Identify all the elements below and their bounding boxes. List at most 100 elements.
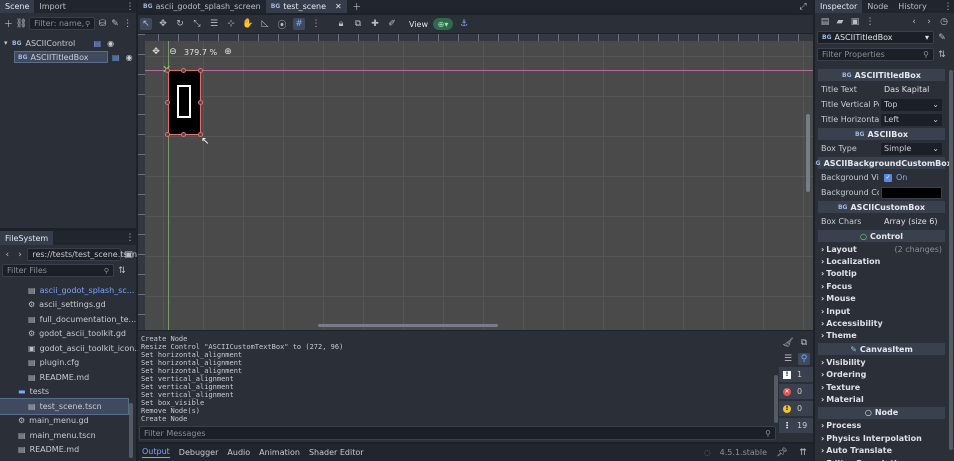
ruler-left[interactable] [138, 34, 145, 330]
resize-handle-icon[interactable] [165, 132, 170, 137]
path-input[interactable]: res://tests/test_scene.tscn [27, 248, 137, 261]
pivot-tool-icon[interactable]: ⊹ [225, 18, 237, 30]
title-horizontal-select[interactable]: Left ⌄ [881, 113, 942, 126]
file-item[interactable]: ⚙ main_menu.gd [0, 414, 128, 429]
background-visible-checkbox[interactable]: ✓ On [881, 172, 942, 184]
group-material[interactable]: › Material [815, 393, 948, 405]
file-item[interactable]: ⚙ godot_ascii_toolkit.gd [0, 327, 128, 342]
viewport[interactable]: ✥ ⊖ 379.7 % ⊕ ✕ ↖ [138, 34, 813, 330]
collapse-arrow-icon[interactable]: ▾ [4, 39, 12, 47]
group-auto-translate[interactable]: › Auto Translate [815, 444, 948, 456]
group-tooltip[interactable]: › Tooltip [815, 268, 948, 280]
pan-tool-icon[interactable]: ✋ [242, 18, 254, 30]
select-tool-icon[interactable]: ↖ [140, 18, 152, 30]
box-chars-array-button[interactable]: Array (size 6) [881, 216, 942, 228]
file-item[interactable]: ⚙ ascii_settings.gd [0, 298, 128, 313]
group-ordering[interactable]: › Ordering [815, 369, 948, 381]
search-icon[interactable]: ⚲ [798, 353, 810, 365]
tab-scene[interactable]: Scene [0, 0, 35, 13]
group-texture[interactable]: › Texture [815, 381, 948, 393]
add-tab-icon[interactable]: ＋ [351, 1, 363, 13]
group-input[interactable]: › Input [815, 305, 948, 317]
file-item[interactable]: ▬ tests [0, 385, 128, 400]
group-mouse[interactable]: › Mouse [815, 293, 948, 305]
tab-import[interactable]: Import [34, 0, 71, 13]
history-forward-icon[interactable]: › [923, 16, 935, 28]
grid-snap-icon[interactable]: # [293, 18, 305, 30]
script-attached-icon[interactable]: ▤ [94, 39, 102, 48]
title-text-input[interactable]: Das Kapital [881, 84, 942, 96]
history-back-icon[interactable]: ‹ [908, 16, 920, 28]
group-accessibility[interactable]: › Accessibility [815, 317, 948, 329]
close-icon[interactable]: ✕ [335, 2, 342, 11]
tab-inspector[interactable]: Inspector [815, 0, 863, 13]
resize-handle-icon[interactable] [198, 68, 203, 73]
resize-handle-icon[interactable] [198, 100, 203, 105]
forward-arrow-icon[interactable]: › [15, 249, 26, 261]
link-icon[interactable]: ⛓ [16, 18, 27, 30]
split-view-icon[interactable]: ▣ [123, 249, 134, 261]
warning-count-toggle[interactable]: ! 0 [779, 401, 813, 416]
tab-node[interactable]: Node [862, 0, 893, 13]
filter-messages-input[interactable]: Filter Messages ⚲ [139, 426, 776, 440]
bone-icon[interactable]: ✐ [386, 18, 398, 30]
collapse-icon[interactable]: ☰ [782, 353, 794, 365]
anchor-preset-icon[interactable]: ⊕▾ [432, 18, 453, 30]
property-options-icon[interactable]: ⇅ [936, 49, 948, 61]
file-item[interactable]: ▤ README.md [0, 370, 128, 385]
resize-handle-icon[interactable] [165, 100, 170, 105]
file-item[interactable]: ▤ plugin.cfg [0, 356, 128, 371]
scale-tool-icon[interactable]: ⤡ [191, 18, 203, 30]
copy-icon[interactable]: ⧉ [798, 337, 810, 349]
pin-icon[interactable]: 📌︎ [776, 447, 788, 459]
message-count-toggle[interactable]: ⋮ 19 [779, 418, 813, 433]
group-editor-description[interactable]: ›Editor Description [815, 457, 948, 461]
box-type-select[interactable]: Simple ⌄ [881, 142, 942, 155]
sort-icon[interactable]: ⇅ [116, 265, 128, 277]
clear-output-icon[interactable]: 🧹︎ [782, 337, 794, 349]
add-node-icon[interactable]: ＋ [3, 18, 14, 30]
tab-filesystem[interactable]: FileSystem [0, 231, 54, 245]
snap-options-icon[interactable]: ⋮ [310, 18, 322, 30]
output-scrollbar[interactable] [774, 375, 778, 423]
center-view-icon[interactable]: ✥ [150, 46, 162, 58]
move-tool-icon[interactable]: ✥ [157, 18, 169, 30]
selected-control-box[interactable] [168, 70, 201, 135]
group-process[interactable]: › Process [815, 420, 948, 432]
visibility-eye-icon[interactable]: ◉ [126, 53, 133, 62]
group-focus[interactable]: › Focus [815, 280, 948, 292]
instance-scene-icon[interactable]: ⛁ [97, 18, 108, 30]
smart-snap-icon[interactable]: ⦿ [276, 18, 288, 31]
file-filter-input[interactable]: Filter Files ⚲ [2, 264, 114, 277]
group-icon[interactable]: ⧉ [352, 18, 364, 30]
file-item[interactable]: ▤ README.md [0, 443, 128, 458]
tab-test-scene[interactable]: BG test_scene ✕ [265, 0, 347, 13]
group-localization[interactable]: › Localization [815, 255, 948, 267]
file-tree-scrollbar[interactable] [129, 403, 133, 458]
tree-item-selected[interactable]: BG ASCIITitledBox ▤ ◉ [14, 50, 136, 64]
inspector-scrollbar[interactable] [949, 70, 953, 450]
tab-history[interactable]: History [893, 0, 931, 13]
menu-dots-icon[interactable]: ⋮ [942, 1, 954, 13]
tab-audio[interactable]: Audio [227, 448, 250, 457]
background-color-picker[interactable] [881, 186, 942, 199]
object-history-icon[interactable]: ◷ [938, 16, 950, 28]
zoom-level[interactable]: 379.7 % [184, 48, 217, 57]
property-filter-input[interactable]: Filter Properties ⚲ [817, 48, 934, 61]
rotate-tool-icon[interactable]: ↻ [174, 18, 186, 30]
script-icon[interactable]: ✎ [110, 18, 121, 30]
new-resource-icon[interactable]: ▤ [819, 16, 831, 28]
save-resource-icon[interactable]: ▣ [849, 16, 861, 28]
title-vertical-pos-select[interactable]: Top ⌄ [881, 98, 942, 111]
file-item[interactable]: ▤ main_menu.tscn [0, 428, 128, 443]
resize-handle-icon[interactable] [165, 68, 170, 73]
resize-handle-icon[interactable] [181, 68, 186, 73]
file-item[interactable]: ▤ test_scene.tscn [0, 398, 129, 415]
viewport-hscrollbar[interactable] [318, 324, 498, 327]
resource-options-icon[interactable]: ⋮ [864, 16, 876, 28]
zoom-in-icon[interactable]: ⊕ [222, 46, 234, 58]
skeleton-icon[interactable]: ✚ [369, 18, 381, 30]
group-visibility[interactable]: › Visibility [815, 356, 948, 368]
list-select-icon[interactable]: ☰ [208, 18, 220, 30]
tab-animation[interactable]: Animation [259, 448, 300, 457]
